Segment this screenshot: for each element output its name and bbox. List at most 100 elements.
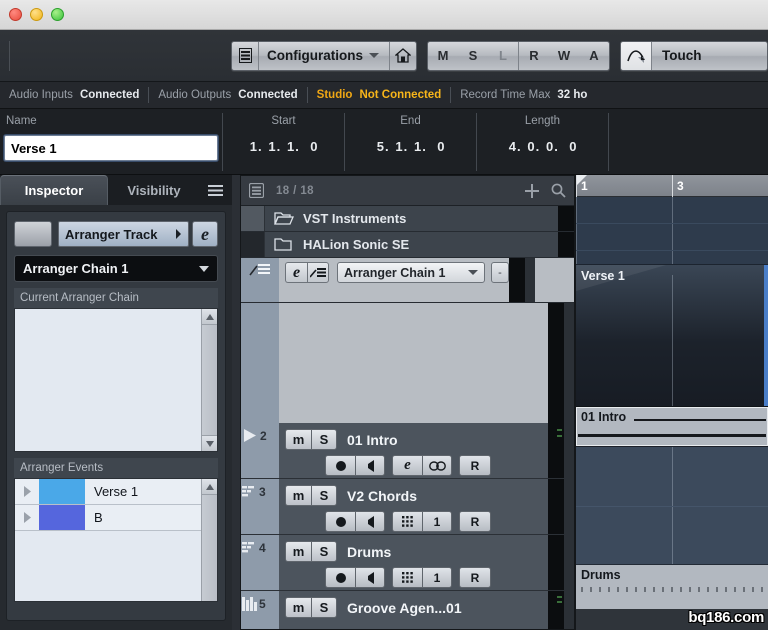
arranger-extra-button[interactable]: -: [491, 262, 509, 283]
track-color-swatch[interactable]: [14, 221, 52, 247]
hamburger-icon[interactable]: [208, 175, 232, 205]
chain-list-scrollbar[interactable]: [201, 309, 217, 451]
configurations-dropdown[interactable]: Configurations: [259, 41, 389, 70]
grid-button[interactable]: [392, 567, 422, 588]
arranger-edit-button[interactable]: e: [285, 262, 307, 283]
table-row[interactable]: 4 m S Drums 1 R: [241, 535, 574, 591]
scroll-down-icon[interactable]: [202, 435, 217, 451]
read-automation-button[interactable]: R: [459, 567, 491, 588]
table-row[interactable]: 3 m S V2 Chords 1 R: [241, 479, 574, 535]
scroll-up-icon[interactable]: [202, 309, 217, 325]
info-name-header: Name: [6, 115, 37, 127]
automation-a-button[interactable]: A: [579, 41, 609, 70]
record-enable-button[interactable]: [325, 511, 355, 532]
solo-button[interactable]: S: [311, 429, 337, 450]
instrument-track-icon: [241, 597, 257, 611]
minimize-button[interactable]: [30, 8, 43, 21]
automation-touch-group[interactable]: Touch: [620, 40, 768, 71]
audio-event-label: 01 Intro: [581, 410, 627, 424]
automation-curve-icon[interactable]: [621, 41, 651, 70]
edit-channel-button[interactable]: e: [392, 455, 422, 476]
search-icon[interactable]: [551, 183, 566, 198]
list-item[interactable]: Verse 1: [15, 479, 217, 505]
play-triangle-icon[interactable]: [15, 486, 39, 497]
scroll-up-icon[interactable]: [202, 479, 217, 495]
monitor-button[interactable]: [355, 567, 385, 588]
empty-track-lane[interactable]: [576, 447, 768, 565]
link-icon: [428, 460, 446, 471]
folder-row-halion-sonic-se[interactable]: HALion Sonic SE: [241, 232, 574, 258]
record-enable-button[interactable]: [325, 455, 355, 476]
solo-button[interactable]: S: [311, 541, 337, 562]
solo-button[interactable]: S: [311, 597, 337, 618]
audio-event-drums[interactable]: Drums: [576, 565, 768, 609]
link-button[interactable]: [422, 455, 452, 476]
arranger-chain-select-value: Arranger Chain 1: [23, 261, 129, 276]
home-icon[interactable]: [390, 41, 416, 70]
monitor-button[interactable]: [355, 455, 385, 476]
tab-visibility[interactable]: Visibility: [108, 175, 200, 205]
mute-button[interactable]: m: [285, 597, 311, 618]
arranger-events-list[interactable]: Verse 1 B: [14, 478, 218, 602]
name-input[interactable]: Verse 1: [4, 135, 218, 161]
waveform-line: [634, 419, 766, 421]
arrangement-area[interactable]: 1 3 Verse 1 01 Intro Drums bq186.com: [575, 175, 768, 630]
arranger-chain-select[interactable]: Arranger Chain 1: [14, 255, 218, 282]
tab-inspector[interactable]: Inspector: [0, 175, 108, 205]
start-bar: 1.: [249, 139, 263, 154]
mute-button[interactable]: m: [285, 429, 311, 450]
automation-s-button[interactable]: S: [458, 41, 488, 70]
arranger-lane-top[interactable]: [576, 197, 768, 265]
record-monitor-group: [325, 511, 385, 532]
automation-touch-label[interactable]: Touch: [652, 41, 767, 70]
automation-l-button[interactable]: L: [488, 41, 518, 70]
automation-m-button[interactable]: M: [428, 41, 458, 70]
mute-button[interactable]: m: [285, 541, 311, 562]
table-row[interactable]: 2 m S 01 Intro e R: [241, 423, 574, 479]
arranger-track-row[interactable]: e Arranger Chain 1 -: [241, 258, 574, 303]
start-value[interactable]: 1. 1. 1. 0: [223, 133, 344, 154]
track-controls: m S V2 Chords 1 R: [279, 479, 548, 534]
end-value[interactable]: 5. 1. 1. 0: [345, 133, 476, 154]
mute-button[interactable]: m: [285, 485, 311, 506]
midi-channel-value[interactable]: 1: [422, 567, 452, 588]
zoom-button[interactable]: [51, 8, 64, 21]
list-icon[interactable]: [249, 183, 264, 198]
row-gutter: 2: [241, 423, 279, 478]
arranger-activate-icon[interactable]: [307, 262, 329, 283]
e-editor-icon[interactable]: e: [192, 221, 218, 247]
list-icon[interactable]: [232, 41, 258, 70]
read-automation-button[interactable]: R: [459, 511, 491, 532]
status-value-audio-outputs: Connected: [238, 89, 298, 101]
events-list-scrollbar[interactable]: [201, 479, 217, 601]
status-value-audio-inputs: Connected: [79, 89, 140, 101]
automation-w-button[interactable]: W: [549, 41, 579, 70]
midi-channel-value[interactable]: 1: [422, 511, 452, 532]
automation-r-button[interactable]: R: [519, 41, 549, 70]
length-value[interactable]: 4. 0. 0. 0: [477, 133, 608, 154]
grid-icon: [401, 515, 414, 528]
read-automation-button[interactable]: R: [459, 455, 491, 476]
solo-button[interactable]: S: [311, 485, 337, 506]
plus-icon[interactable]: [525, 183, 539, 198]
row-strip: [548, 535, 564, 590]
folder-row-vst-instruments[interactable]: VST Instruments: [241, 206, 574, 232]
grid-button[interactable]: [392, 511, 422, 532]
monitor-button[interactable]: [355, 511, 385, 532]
channel-group: 1: [392, 511, 452, 532]
current-chain-list[interactable]: [14, 308, 218, 452]
arranger-chain-dropdown[interactable]: Arranger Chain 1: [337, 262, 485, 283]
automation-mode-group[interactable]: M S L R W A: [427, 40, 610, 71]
inspector-track-name[interactable]: Arranger Track: [58, 221, 189, 247]
table-row[interactable]: 5 m S Groove Agen...01: [241, 591, 574, 629]
info-start-header: Start: [271, 115, 296, 127]
audio-event-01-intro[interactable]: 01 Intro: [576, 407, 768, 447]
record-enable-button[interactable]: [325, 567, 355, 588]
row-gutter: [241, 206, 265, 231]
arranger-event-verse-1[interactable]: Verse 1: [576, 265, 768, 407]
timeline-ruler[interactable]: 1 3: [576, 175, 768, 197]
play-triangle-icon[interactable]: [15, 512, 39, 523]
configurations-group[interactable]: Configurations: [231, 40, 417, 71]
list-item[interactable]: B: [15, 505, 217, 531]
close-button[interactable]: [9, 8, 22, 21]
